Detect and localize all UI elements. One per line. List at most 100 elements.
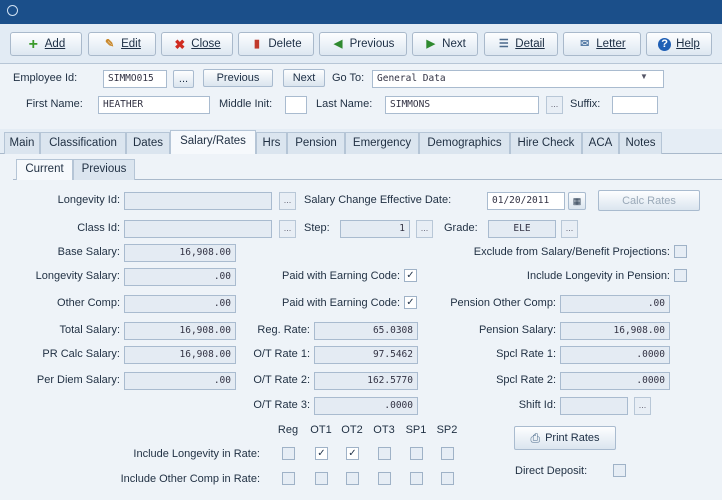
- other-comp-label: Other Comp:: [57, 297, 120, 309]
- calc-rates-button[interactable]: Calc Rates: [598, 190, 700, 211]
- calendar-icon[interactable]: ▦: [568, 192, 586, 210]
- class-id-lookup-button[interactable]: ...: [279, 220, 296, 238]
- longevity-id-lookup-button[interactable]: ...: [279, 192, 296, 210]
- spcl-rate-2-label: Spcl Rate 2:: [496, 374, 556, 386]
- header-next-button[interactable]: Next: [283, 69, 325, 87]
- add-button[interactable]: + Add: [10, 32, 82, 56]
- employee-id-field[interactable]: SIMMO015: [103, 70, 167, 88]
- tab-emergency[interactable]: Emergency: [345, 132, 419, 154]
- include-longevity-ot1-checkbox[interactable]: ✓: [315, 447, 328, 460]
- include-longevity-ot3-checkbox[interactable]: [378, 447, 391, 460]
- tab-salary-rates[interactable]: Salary/Rates: [170, 130, 256, 154]
- include-other-comp-ot1-checkbox[interactable]: [315, 472, 328, 485]
- tab-pension[interactable]: Pension: [287, 132, 345, 154]
- detail-button[interactable]: ☰ Detail: [484, 32, 558, 56]
- pencil-icon: ✎: [104, 37, 115, 50]
- ot-rate-2-label: O/T Rate 2:: [253, 374, 310, 386]
- include-other-comp-sp2-checkbox[interactable]: [441, 472, 454, 485]
- app-icon: [7, 5, 18, 16]
- total-salary-field[interactable]: 16,908.00: [124, 322, 236, 340]
- window-titlebar: [0, 0, 722, 24]
- include-longevity-pension-checkbox[interactable]: [674, 269, 687, 282]
- grade-field[interactable]: ELE: [488, 220, 556, 238]
- rate-col-ot1: OT1: [310, 424, 332, 436]
- rate-col-sp1: SP1: [405, 424, 427, 436]
- edit-button[interactable]: ✎ Edit: [88, 32, 156, 56]
- longevity-salary-label: Longevity Salary:: [35, 270, 120, 282]
- pr-calc-salary-field[interactable]: 16,908.00: [124, 346, 236, 364]
- salary-change-date-field[interactable]: 01/20/2011: [487, 192, 565, 210]
- goto-label: Go To:: [332, 72, 365, 84]
- subtab-current[interactable]: Current: [16, 159, 73, 180]
- employee-id-label: Employee Id:: [13, 72, 78, 84]
- step-lookup-button[interactable]: ...: [416, 220, 433, 238]
- salary-change-date-label: Salary Change Effective Date:: [304, 194, 452, 206]
- printer-icon: ⎙: [530, 430, 541, 445]
- employee-lookup-button[interactable]: ...: [173, 70, 194, 88]
- per-diem-salary-field[interactable]: .00: [124, 372, 236, 390]
- letter-button[interactable]: ✉ Letter: [563, 32, 641, 56]
- shift-id-lookup-button[interactable]: ...: [634, 397, 651, 415]
- previous-button[interactable]: ◀ Previous: [319, 32, 407, 56]
- tab-main[interactable]: Main: [4, 132, 40, 154]
- suffix-field[interactable]: [612, 96, 658, 114]
- spcl-rate-2-field[interactable]: .0000: [560, 372, 670, 390]
- spcl-rate-1-field[interactable]: .0000: [560, 346, 670, 364]
- class-id-field[interactable]: [124, 220, 272, 238]
- reg-rate-label: Reg. Rate:: [257, 324, 310, 336]
- chevron-down-icon[interactable]: ▼: [640, 72, 648, 81]
- pension-other-comp-field[interactable]: .00: [560, 295, 670, 313]
- subtab-previous[interactable]: Previous: [73, 159, 135, 180]
- direct-deposit-checkbox[interactable]: [613, 464, 626, 477]
- rate-col-sp2: SP2: [436, 424, 458, 436]
- step-field[interactable]: 1: [340, 220, 410, 238]
- ot-rate-3-field[interactable]: .0000: [314, 397, 418, 415]
- include-longevity-sp1-checkbox[interactable]: [410, 447, 423, 460]
- main-tab-bar: Main Classification Dates Salary/Rates H…: [0, 129, 722, 154]
- envelope-icon: ✉: [580, 37, 590, 50]
- tab-classification[interactable]: Classification: [40, 132, 126, 154]
- pension-salary-field[interactable]: 16,908.00: [560, 322, 670, 340]
- print-rates-button[interactable]: ⎙ Print Rates: [514, 426, 616, 450]
- paid-earning-code-checkbox-1[interactable]: ✓: [404, 269, 417, 282]
- tab-dates[interactable]: Dates: [126, 132, 170, 154]
- include-other-comp-ot3-checkbox[interactable]: [378, 472, 391, 485]
- longevity-salary-field[interactable]: .00: [124, 268, 236, 286]
- exclude-projections-checkbox[interactable]: [674, 245, 687, 258]
- first-name-field[interactable]: HEATHER: [98, 96, 210, 114]
- base-salary-label: Base Salary:: [57, 246, 120, 258]
- longevity-id-field[interactable]: [124, 192, 272, 210]
- include-other-comp-reg-checkbox[interactable]: [282, 472, 295, 485]
- other-comp-field[interactable]: .00: [124, 295, 236, 313]
- ot-rate-1-field[interactable]: 97.5462: [314, 346, 418, 364]
- include-other-comp-ot2-checkbox[interactable]: [346, 472, 359, 485]
- include-longevity-ot2-checkbox[interactable]: ✓: [346, 447, 359, 460]
- ot-rate-2-field[interactable]: 162.5770: [314, 372, 418, 390]
- close-button[interactable]: ✖ Close: [161, 32, 233, 56]
- next-button[interactable]: ▶ Next: [412, 32, 478, 56]
- grade-lookup-button[interactable]: ...: [561, 220, 578, 238]
- middle-init-field[interactable]: [285, 96, 307, 114]
- last-name-lookup-button[interactable]: ...: [546, 96, 563, 114]
- tab-aca[interactable]: ACA: [582, 132, 619, 154]
- tab-notes[interactable]: Notes: [619, 132, 662, 154]
- include-other-comp-rate-label: Include Other Comp in Rate:: [120, 473, 260, 485]
- include-longevity-sp2-checkbox[interactable]: [441, 447, 454, 460]
- help-button[interactable]: ? Help: [646, 32, 712, 56]
- base-salary-field[interactable]: 16,908.00: [124, 244, 236, 262]
- tab-hrs[interactable]: Hrs: [256, 132, 287, 154]
- shift-id-field[interactable]: [560, 397, 628, 415]
- include-longevity-reg-checkbox[interactable]: [282, 447, 295, 460]
- delete-button[interactable]: ▮ Delete: [238, 32, 314, 56]
- step-label: Step:: [304, 222, 330, 234]
- include-other-comp-sp1-checkbox[interactable]: [410, 472, 423, 485]
- paid-earning-code-checkbox-2[interactable]: ✓: [404, 296, 417, 309]
- rate-col-reg: Reg: [277, 424, 299, 436]
- tab-hire-check[interactable]: Hire Check: [510, 132, 582, 154]
- tab-demographics[interactable]: Demographics: [419, 132, 510, 154]
- reg-rate-field[interactable]: 65.0308: [314, 322, 418, 340]
- goto-select[interactable]: General Data: [372, 70, 664, 88]
- header-previous-button[interactable]: Previous: [203, 69, 273, 87]
- last-name-field[interactable]: SIMMONS: [385, 96, 539, 114]
- longevity-id-label: Longevity Id:: [57, 194, 120, 206]
